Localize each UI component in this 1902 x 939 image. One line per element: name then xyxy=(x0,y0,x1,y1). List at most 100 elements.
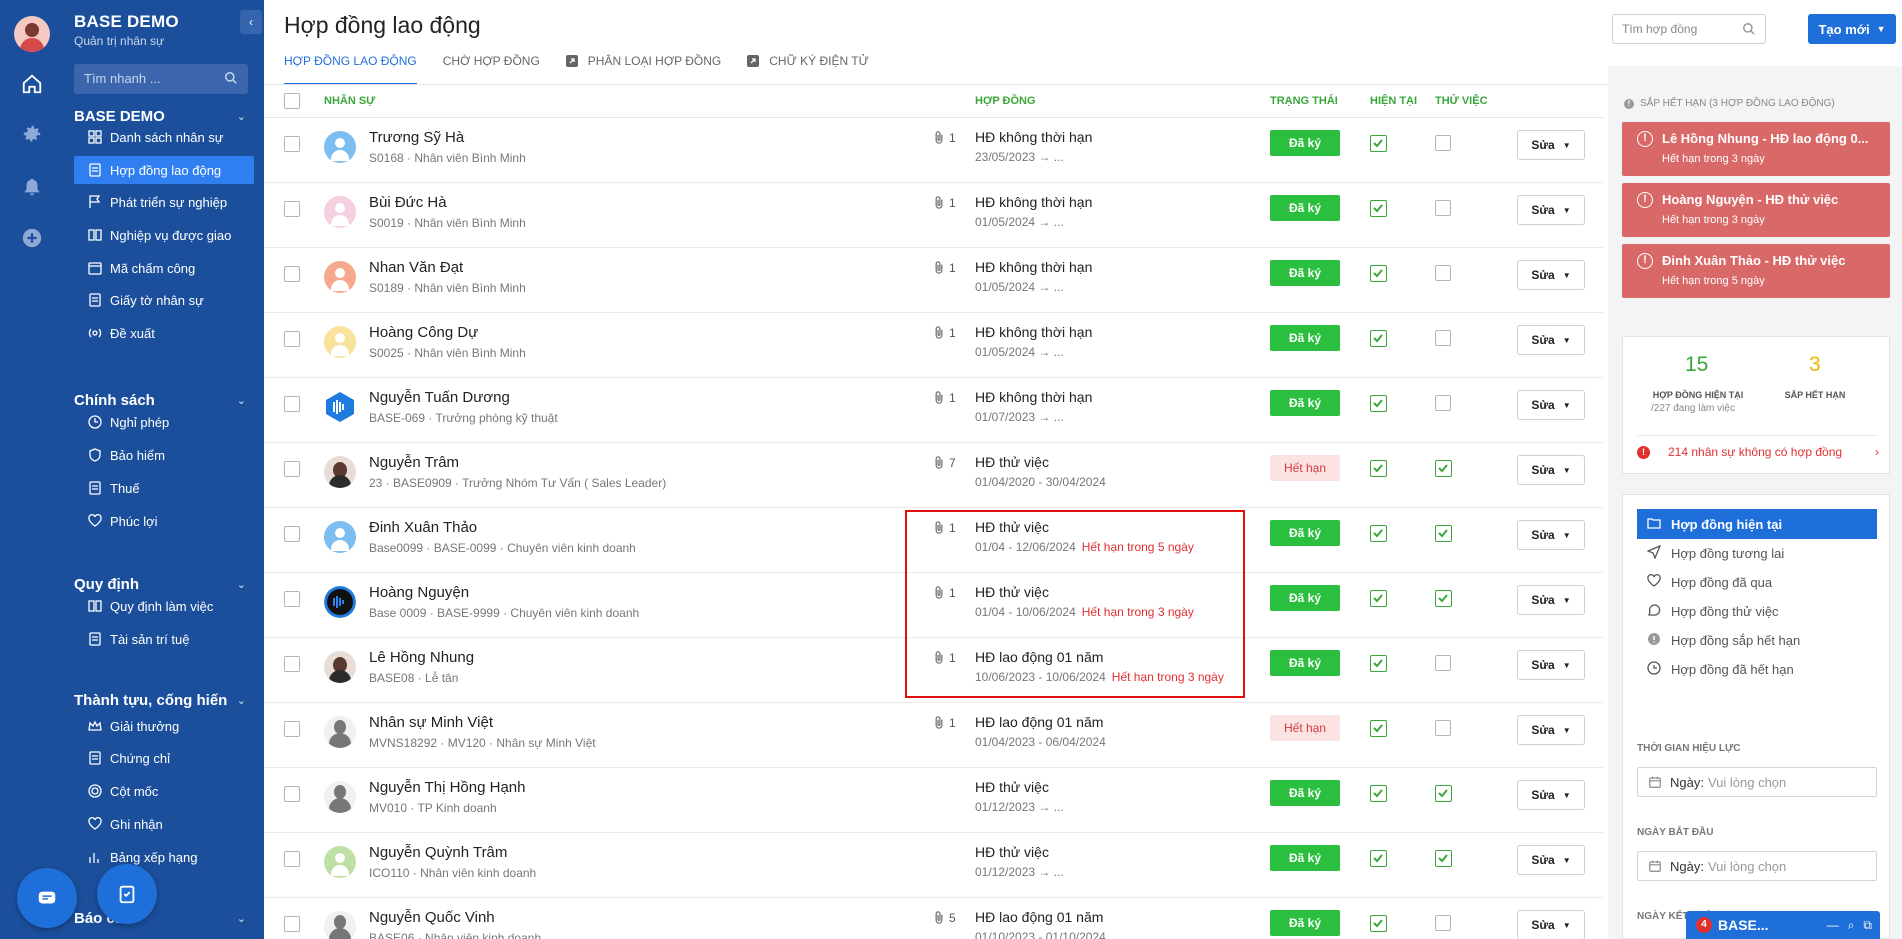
sidebar-item-3-0[interactable]: Giải thưởng xyxy=(74,712,254,740)
probation-checkbox[interactable] xyxy=(1435,590,1452,607)
sidebar-item-0-4[interactable]: Mã chấm công xyxy=(74,254,254,282)
edit-button[interactable]: Sửa ▼ xyxy=(1517,650,1585,680)
attachment-count[interactable]: 1 xyxy=(932,715,956,730)
tab-labor-contracts[interactable]: HỢP ĐỒNG LAO ĐỘNG xyxy=(284,50,417,85)
tab-e-signature[interactable]: CHỮ KÝ ĐIỆN TỬ xyxy=(747,50,869,84)
sidebar-item-0-6[interactable]: Đề xuất xyxy=(74,319,254,347)
filter-item-0[interactable]: Hợp đồng hiện tại xyxy=(1637,509,1877,539)
table-row[interactable]: Nguyễn Trâm 23 · BASE0909 · Trưởng Nhóm … xyxy=(264,443,1604,508)
expiring-alert[interactable]: ! Hoàng Nguyện - HĐ thử việc Hết hạn trong… xyxy=(1622,183,1890,237)
edit-button[interactable]: Sửa ▼ xyxy=(1517,455,1585,485)
probation-checkbox[interactable] xyxy=(1435,135,1451,151)
edit-button[interactable]: Sửa ▼ xyxy=(1517,390,1585,420)
edit-button[interactable]: Sửa ▼ xyxy=(1517,715,1585,745)
table-row[interactable]: Trương Sỹ Hà S0168 · Nhân viên Bình Minh… xyxy=(264,118,1604,183)
sidebar-item-1-0[interactable]: Nghỉ phép xyxy=(74,408,254,436)
plus-circle-icon[interactable] xyxy=(20,226,44,250)
row-checkbox[interactable] xyxy=(284,396,300,412)
collapse-sidebar-button[interactable]: ‹ xyxy=(240,10,262,34)
expiring-alert[interactable]: ! Đinh Xuân Thảo - HĐ thử việc Hết hạn tro… xyxy=(1622,244,1890,298)
table-row[interactable]: Nguyễn Tuấn Dương BASE-069 · Trưởng phòn… xyxy=(264,378,1604,443)
filter-item-1[interactable]: Hợp đồng tương lai xyxy=(1637,538,1877,568)
column-status[interactable]: TRẠNG THÁI xyxy=(1270,95,1338,107)
contract-name[interactable]: HĐ lao động 01 năm xyxy=(975,714,1103,730)
row-checkbox[interactable] xyxy=(284,266,300,282)
row-checkbox[interactable] xyxy=(284,916,300,932)
column-contract[interactable]: HỢP ĐỒNG xyxy=(975,95,1036,107)
tab-waiting-contracts[interactable]: CHỜ HỢP ĐỒNG xyxy=(443,50,540,84)
contract-name[interactable]: HĐ không thời hạn xyxy=(975,194,1092,210)
chat-bar[interactable]: 4 BASE... — ⌕ ⧉ xyxy=(1686,911,1880,939)
validity-date-input[interactable]: Ngày: Vui lòng chọn xyxy=(1637,767,1877,797)
current-checkbox[interactable] xyxy=(1370,720,1387,737)
filter-item-3[interactable]: Hợp đồng thử việc xyxy=(1637,596,1877,626)
contract-name[interactable]: HĐ thử việc xyxy=(975,454,1049,470)
current-checkbox[interactable] xyxy=(1370,135,1387,152)
filter-item-2[interactable]: Hợp đồng đã qua xyxy=(1637,567,1877,597)
row-checkbox[interactable] xyxy=(284,461,300,477)
table-row[interactable]: Nhan Văn Đạt S0189 · Nhân viên Bình Minh… xyxy=(264,248,1604,313)
employee-name[interactable]: Hoàng Công Dự xyxy=(369,324,478,341)
probation-checkbox[interactable] xyxy=(1435,655,1451,671)
employee-name[interactable]: Nguyễn Thị Hồng Hạnh xyxy=(369,779,526,796)
create-new-button[interactable]: Tạo mới ▼ xyxy=(1808,14,1896,44)
row-checkbox[interactable] xyxy=(284,136,300,152)
start-date-input[interactable]: Ngày: Vui lòng chọn xyxy=(1637,851,1877,881)
sidebar-item-2-0[interactable]: Quy định làm việc xyxy=(74,592,254,620)
table-row[interactable]: Bùi Đức Hà S0019 · Nhân viên Bình Minh 1… xyxy=(264,183,1604,248)
bell-icon[interactable] xyxy=(20,174,44,198)
select-all-checkbox[interactable] xyxy=(284,93,300,109)
column-employee[interactable]: NHÂN SỰ xyxy=(324,95,375,107)
edit-button[interactable]: Sửa ▼ xyxy=(1517,325,1585,355)
row-checkbox[interactable] xyxy=(284,851,300,867)
minimize-icon[interactable]: — xyxy=(1827,918,1839,933)
row-checkbox[interactable] xyxy=(284,331,300,347)
column-probation[interactable]: THỬ VIỆC xyxy=(1435,95,1488,107)
sidebar-item-3-4[interactable]: Bảng xếp hạng xyxy=(74,843,254,871)
table-row[interactable]: Nguyễn Quốc Vinh BASE06 · Nhân viên kinh… xyxy=(264,898,1604,939)
edit-button[interactable]: Sửa ▼ xyxy=(1517,845,1585,875)
probation-checkbox[interactable] xyxy=(1435,460,1452,477)
nav-group-1[interactable]: Chính sách ⌄ xyxy=(74,392,250,409)
contract-name[interactable]: HĐ thử việc xyxy=(975,844,1049,860)
employee-name[interactable]: Nguyễn Quỳnh Trâm xyxy=(369,844,507,861)
probation-checkbox[interactable] xyxy=(1435,395,1451,411)
edit-button[interactable]: Sửa ▼ xyxy=(1517,260,1585,290)
current-checkbox[interactable] xyxy=(1370,395,1387,412)
table-row[interactable]: Nhân sự Minh Việt MVNS18292 · MV120 · Nh… xyxy=(264,703,1604,768)
sidebar-item-1-1[interactable]: Bảo hiểm xyxy=(74,441,254,469)
row-checkbox[interactable] xyxy=(284,591,300,607)
edit-button[interactable]: Sửa ▼ xyxy=(1517,910,1585,939)
employee-name[interactable]: Lê Hồng Nhung xyxy=(369,649,474,666)
row-checkbox[interactable] xyxy=(284,721,300,737)
current-checkbox[interactable] xyxy=(1370,590,1387,607)
attachment-count[interactable]: 5 xyxy=(932,910,956,925)
sidebar-item-1-3[interactable]: Phúc lợi xyxy=(74,507,254,535)
sidebar-item-0-0[interactable]: Danh sách nhân sự xyxy=(74,123,254,151)
employee-name[interactable]: Nguyễn Trâm xyxy=(369,454,459,471)
employee-name[interactable]: Nguyễn Quốc Vinh xyxy=(369,909,495,926)
probation-checkbox[interactable] xyxy=(1435,265,1451,281)
chat-fab-button[interactable] xyxy=(17,868,77,928)
row-checkbox[interactable] xyxy=(284,526,300,542)
probation-checkbox[interactable] xyxy=(1435,525,1452,542)
nav-group-3[interactable]: Thành tựu, cống hiến ⌄ xyxy=(74,692,250,709)
sidebar-item-0-1[interactable]: Hợp đồng lao động xyxy=(74,156,254,184)
sidebar-item-1-2[interactable]: Thuế xyxy=(74,474,254,502)
tab-contract-types[interactable]: PHÂN LOẠI HỢP ĐỒNG xyxy=(565,50,721,84)
edit-button[interactable]: Sửa ▼ xyxy=(1517,130,1585,160)
probation-checkbox[interactable] xyxy=(1435,850,1452,867)
contract-name[interactable]: HĐ không thời hạn xyxy=(975,259,1092,275)
no-contract-warning-link[interactable]: ! 214 nhân sự không có hợp đồng › xyxy=(1637,445,1879,459)
sidebar-item-2-1[interactable]: Tài sản trí tuệ xyxy=(74,625,254,653)
nav-group-4[interactable]: Báo cáo ⌄ xyxy=(74,910,250,927)
contract-name[interactable]: HĐ không thời hạn xyxy=(975,389,1092,405)
row-checkbox[interactable] xyxy=(284,786,300,802)
current-checkbox[interactable] xyxy=(1370,200,1387,217)
edit-button[interactable]: Sửa ▼ xyxy=(1517,780,1585,810)
probation-checkbox[interactable] xyxy=(1435,330,1451,346)
contract-name[interactable]: HĐ không thời hạn xyxy=(975,129,1092,145)
attachment-count[interactable]: 1 xyxy=(932,130,956,145)
filter-item-4[interactable]: Hợp đồng sắp hết hạn xyxy=(1637,625,1877,655)
employee-name[interactable]: Nhân sự Minh Việt xyxy=(369,714,493,731)
